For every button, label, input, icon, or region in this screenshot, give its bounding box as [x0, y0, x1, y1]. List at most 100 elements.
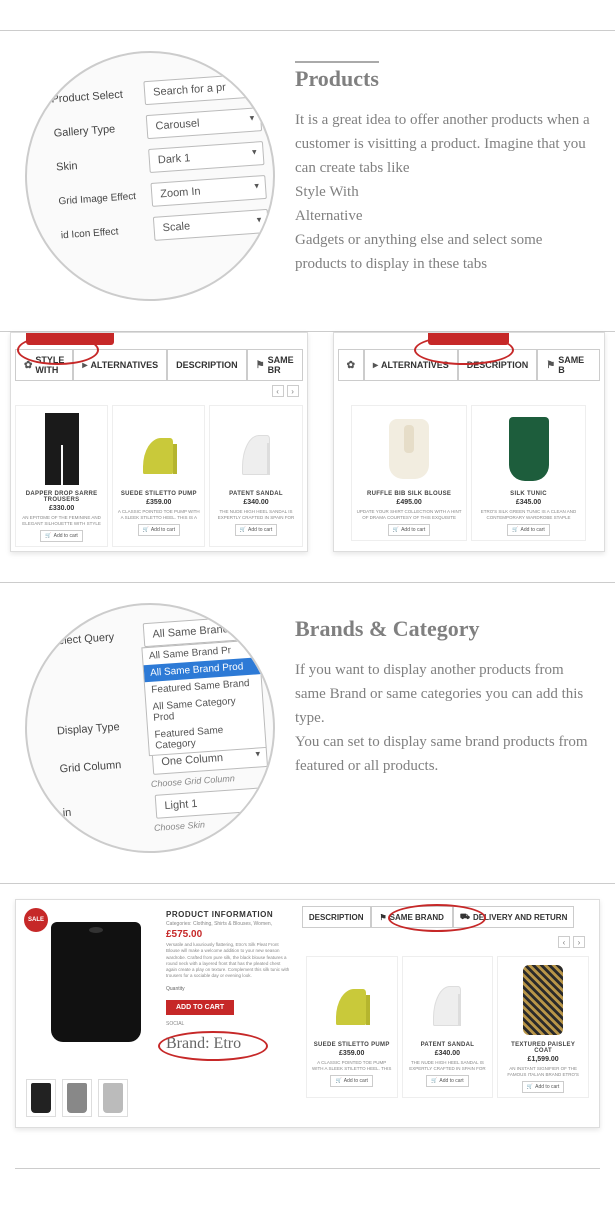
tab-style-with[interactable]: ✿STYLE WITH: [15, 349, 73, 381]
tab-same-brand[interactable]: ⚑SAME BRAND: [371, 906, 453, 928]
section-brands: Select Query All Same Brand Pr All Same …: [0, 582, 615, 884]
cart-icon: 🛒: [527, 1084, 533, 1090]
product-page-preview: SALE PRODUCT INFORMATION Categories: Clo…: [15, 899, 600, 1128]
cart-icon: 🛒: [335, 1078, 341, 1084]
product-image: [407, 961, 489, 1039]
product-card[interactable]: DAPPER DROP SARRE TROUSERS £330.00 AN EP…: [15, 405, 108, 547]
section-products: Product Select Search for a pr Gallery T…: [0, 30, 615, 332]
next-button[interactable]: ›: [287, 385, 299, 397]
next-button[interactable]: ›: [573, 936, 585, 948]
product-image: [214, 410, 297, 488]
label-gallery-type: Gallery Type: [53, 122, 139, 140]
product-price: £340.00: [407, 1050, 489, 1057]
tab-alternatives[interactable]: ▸ALTERNATIVES: [73, 349, 167, 381]
product-grid-a: DAPPER DROP SARRE TROUSERS £330.00 AN EP…: [11, 401, 307, 551]
social-label: SOCIAL: [166, 1021, 290, 1027]
add-to-cart-button[interactable]: 🛒Add to cart: [388, 524, 430, 536]
thumbnail[interactable]: [62, 1079, 92, 1117]
tag-icon: ▸: [82, 360, 87, 371]
tab-alternatives[interactable]: ▸ALTERNATIVES: [364, 349, 458, 381]
tabs-a: ✿STYLE WITH ▸ALTERNATIVES DESCRIPTION ⚑S…: [15, 349, 303, 381]
leaf-icon: ✿: [347, 360, 355, 371]
add-to-cart-button[interactable]: 🛒Add to cart: [40, 530, 82, 542]
field-skin2[interactable]: Light 1: [155, 787, 271, 819]
product-image: [502, 961, 584, 1039]
thumbnail[interactable]: [26, 1079, 56, 1117]
cart-icon: 🛒: [240, 527, 246, 533]
add-to-cart-button[interactable]: 🛒Add to cart: [522, 1081, 564, 1093]
add-to-cart-button[interactable]: 🛒Add to cart: [138, 524, 180, 536]
tab-style-with[interactable]: ✿: [338, 349, 364, 381]
section-full-preview: SALE PRODUCT INFORMATION Categories: Clo…: [0, 884, 615, 1143]
product-name: PATENT SANDAL: [407, 1042, 489, 1048]
add-to-cart-button[interactable]: 🛒Add to cart: [426, 1075, 468, 1087]
brand-label: Brand: Etro: [166, 1035, 241, 1053]
tab-description[interactable]: DESCRIPTION: [458, 349, 538, 381]
product-card[interactable]: PATENT SANDAL £340.00 THE NUDE HIGH HEEL…: [402, 956, 494, 1098]
field-grid-image[interactable]: Zoom In: [150, 175, 266, 207]
product-image: [476, 410, 581, 488]
field-gallery-type[interactable]: Carousel: [146, 107, 262, 139]
prev-button[interactable]: ‹: [272, 385, 284, 397]
product-detail-left: SALE PRODUCT INFORMATION Categories: Clo…: [16, 900, 296, 1127]
cart-icon: 🛒: [512, 527, 518, 533]
title-brands: Brands & Category: [295, 613, 480, 642]
red-accent-bar: [428, 333, 509, 345]
cart-icon: 🛒: [393, 527, 399, 533]
tab-same-brand[interactable]: ⚑SAME B: [537, 349, 600, 381]
carousel-nav: ‹ ›: [11, 381, 307, 401]
field-skin[interactable]: Dark 1: [148, 141, 264, 173]
product-price: £359.00: [311, 1050, 393, 1057]
add-to-cart-button[interactable]: 🛒Add to cart: [235, 524, 277, 536]
product-name: RUFFLE BIB SILK BLOUSE: [356, 491, 461, 497]
dropdown-menu[interactable]: All Same Brand Pr All Same Brand Prod Fe…: [141, 639, 266, 756]
product-card[interactable]: SUEDE STILETTO PUMP £359.00 A CLASSIC PO…: [306, 956, 398, 1098]
categories: Categories: Clothing, Shirts & Blouses, …: [166, 921, 290, 927]
product-price: £330.00: [20, 505, 103, 512]
product-name: PATENT SANDAL: [214, 491, 297, 497]
product-desc: A CLASSIC POINTED TOE PUMP WITH A SLEEK …: [311, 1060, 393, 1072]
product-price: £495.00: [356, 499, 461, 506]
product-card[interactable]: RUFFLE BIB SILK BLOUSE £495.00 UPDATE YO…: [351, 405, 466, 541]
truck-icon: ⛟: [460, 912, 470, 922]
add-to-cart-button[interactable]: 🛒Add to cart: [330, 1075, 372, 1087]
tab-description[interactable]: DESCRIPTION: [167, 349, 247, 381]
add-to-cart-button[interactable]: 🛒Add to cart: [507, 524, 549, 536]
product-desc: THE NUDE HIGH HEEL SANDAL IS EXPERTLY CR…: [214, 509, 297, 521]
cart-icon: 🛒: [143, 527, 149, 533]
tabs-b: ✿ ▸ALTERNATIVES DESCRIPTION ⚑SAME B: [338, 349, 600, 381]
thumbnail-row: [26, 1079, 286, 1117]
product-description: Versatile and luxuriously flattering, Et…: [166, 942, 290, 980]
product-card[interactable]: PATENT SANDAL £340.00 THE NUDE HIGH HEEL…: [209, 405, 302, 547]
tag-icon: ▸: [373, 360, 378, 371]
same-brand-products: SUEDE STILETTO PUMP £359.00 A CLASSIC PO…: [302, 952, 593, 1102]
add-to-cart-main[interactable]: ADD TO CART: [166, 1000, 234, 1015]
leaf-icon: ✿: [24, 360, 32, 371]
label-product-select: Product Select: [51, 88, 137, 106]
prev-button[interactable]: ‹: [558, 936, 570, 948]
label-grid-image: Grid Image Effect: [58, 190, 144, 207]
product-detail-right: DESCRIPTION ⚑SAME BRAND ⛟DELIVERY AND RE…: [296, 900, 599, 1127]
desc-brands: If you want to display another products …: [295, 658, 590, 778]
product-price: £340.00: [214, 499, 297, 506]
field-grid-icon[interactable]: Scale: [153, 209, 269, 241]
tab-delivery[interactable]: ⛟DELIVERY AND RETURN: [453, 906, 574, 928]
tab-same-brand[interactable]: ⚑SAME BR: [247, 349, 303, 381]
product-name: DAPPER DROP SARRE TROUSERS: [20, 491, 103, 503]
product-card[interactable]: TEXTURED PAISLEY COAT £1,599.00 AN INSTA…: [497, 956, 589, 1098]
settings-magnifier: Product Select Search for a pr Gallery T…: [17, 43, 284, 310]
field-product-select[interactable]: Search for a pr: [143, 73, 259, 105]
divider: [15, 1168, 600, 1169]
product-name: SILK TUNIC: [476, 491, 581, 497]
product-card[interactable]: SILK TUNIC £345.00 ETRO'S SILK GREEN TUN…: [471, 405, 586, 541]
settings-magnifier-2: Select Query All Same Brand Pr All Same …: [17, 595, 284, 862]
title-products: Products: [295, 61, 379, 92]
product-price: £359.00: [117, 499, 200, 506]
product-desc: AN EPITOME OF THE FEMININE AND ELEGANT S…: [20, 515, 103, 527]
product-card[interactable]: SUEDE STILETTO PUMP £359.00 A CLASSIC PO…: [112, 405, 205, 547]
tab-description[interactable]: DESCRIPTION: [302, 906, 371, 928]
product-desc: ETRO'S SILK GREEN TUNIC IS A CLEAN AND C…: [476, 509, 581, 521]
thumbnail[interactable]: [98, 1079, 128, 1117]
product-price: £345.00: [476, 499, 581, 506]
preview-row-1: ✿STYLE WITH ▸ALTERNATIVES DESCRIPTION ⚑S…: [10, 332, 605, 552]
